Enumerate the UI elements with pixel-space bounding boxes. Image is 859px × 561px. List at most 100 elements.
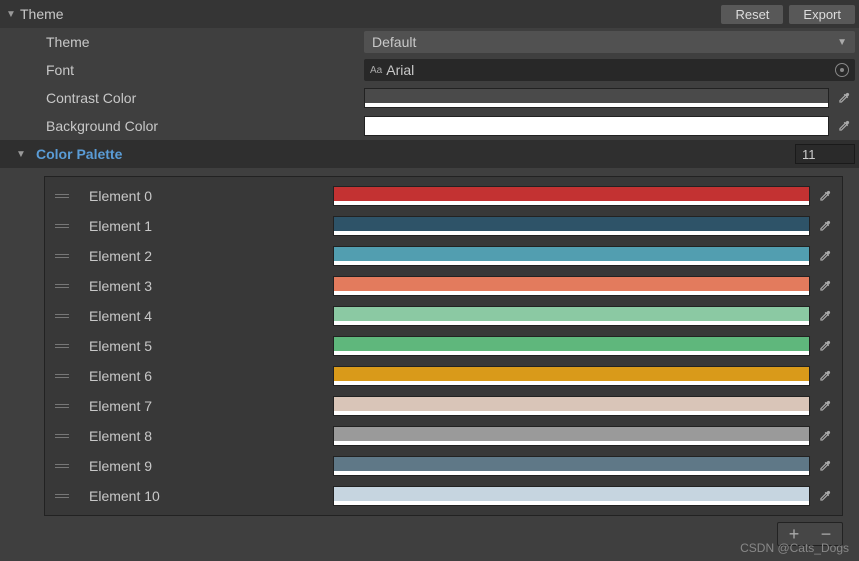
drag-handle-icon[interactable]: [51, 284, 73, 288]
drag-handle-icon[interactable]: [51, 464, 73, 468]
theme-dropdown[interactable]: Default ▼: [364, 31, 855, 53]
element-label: Element 4: [73, 308, 333, 324]
element-swatch: [334, 487, 809, 501]
drag-handle-icon[interactable]: [51, 434, 73, 438]
reset-button[interactable]: Reset: [721, 5, 783, 24]
element-swatch: [334, 397, 809, 411]
font-icon: Aa: [370, 65, 382, 76]
drag-handle-icon[interactable]: [51, 254, 73, 258]
watermark: CSDN @Cats_Dogs: [740, 541, 849, 555]
background-color-row: Background Color: [0, 112, 859, 140]
element-label: Element 0: [73, 188, 333, 204]
element-label: Element 3: [73, 278, 333, 294]
alpha-bar: [334, 231, 809, 235]
theme-label: Theme: [4, 34, 364, 50]
element-label: Element 10: [73, 488, 333, 504]
palette-element-row: Element 5: [45, 331, 842, 361]
element-swatch: [334, 247, 809, 261]
palette-title: Color Palette: [30, 146, 795, 162]
object-picker-icon[interactable]: [835, 63, 849, 77]
drag-handle-icon[interactable]: [51, 374, 73, 378]
contrast-label: Contrast Color: [4, 90, 364, 106]
palette-element-row: Element 8: [45, 421, 842, 451]
element-color-field[interactable]: [333, 486, 810, 506]
contrast-color-field[interactable]: [364, 88, 829, 108]
background-label: Background Color: [4, 118, 364, 134]
alpha-bar: [365, 131, 828, 135]
element-swatch: [334, 277, 809, 291]
element-color-field[interactable]: [333, 186, 810, 206]
font-object-field[interactable]: Aa Arial: [364, 59, 855, 81]
element-color-field[interactable]: [333, 246, 810, 266]
element-swatch: [334, 217, 809, 231]
element-swatch: [334, 427, 809, 441]
foldout-icon[interactable]: ▼: [4, 9, 18, 20]
theme-dropdown-value: Default: [372, 34, 416, 50]
font-label: Font: [4, 62, 364, 78]
drag-handle-icon[interactable]: [51, 224, 73, 228]
element-label: Element 9: [73, 458, 333, 474]
element-color-field[interactable]: [333, 216, 810, 236]
alpha-bar: [334, 411, 809, 415]
palette-element-row: Element 4: [45, 301, 842, 331]
palette-element-row: Element 9: [45, 451, 842, 481]
alpha-bar: [334, 201, 809, 205]
element-color-field[interactable]: [333, 336, 810, 356]
eyedropper-icon[interactable]: [814, 485, 836, 507]
element-label: Element 8: [73, 428, 333, 444]
element-label: Element 1: [73, 218, 333, 234]
drag-handle-icon[interactable]: [51, 344, 73, 348]
eyedropper-icon[interactable]: [814, 275, 836, 297]
element-color-field[interactable]: [333, 456, 810, 476]
eyedropper-icon[interactable]: [833, 115, 855, 137]
element-color-field[interactable]: [333, 306, 810, 326]
alpha-bar: [334, 471, 809, 475]
foldout-icon[interactable]: ▼: [16, 149, 30, 160]
element-label: Element 6: [73, 368, 333, 384]
eyedropper-icon[interactable]: [814, 245, 836, 267]
font-value: Arial: [386, 62, 414, 78]
element-label: Element 2: [73, 248, 333, 264]
element-swatch: [334, 337, 809, 351]
background-color-field[interactable]: [364, 116, 829, 136]
drag-handle-icon[interactable]: [51, 314, 73, 318]
element-swatch: [334, 457, 809, 471]
eyedropper-icon[interactable]: [814, 335, 836, 357]
palette-element-row: Element 1: [45, 211, 842, 241]
alpha-bar: [334, 291, 809, 295]
contrast-swatch: [365, 89, 828, 103]
background-swatch: [365, 117, 828, 131]
eyedropper-icon[interactable]: [814, 365, 836, 387]
element-label: Element 7: [73, 398, 333, 414]
element-color-field[interactable]: [333, 366, 810, 386]
eyedropper-icon[interactable]: [833, 87, 855, 109]
palette-list: Element 0 Element 1 Element 2 Element 3 Elem…: [44, 176, 843, 516]
element-swatch: [334, 367, 809, 381]
eyedropper-icon[interactable]: [814, 185, 836, 207]
palette-element-row: Element 3: [45, 271, 842, 301]
element-color-field[interactable]: [333, 426, 810, 446]
palette-count-field[interactable]: 11: [795, 144, 855, 164]
export-button[interactable]: Export: [789, 5, 855, 24]
dropdown-arrow-icon: ▼: [837, 37, 847, 48]
drag-handle-icon[interactable]: [51, 194, 73, 198]
drag-handle-icon[interactable]: [51, 404, 73, 408]
alpha-bar: [365, 103, 828, 107]
eyedropper-icon[interactable]: [814, 455, 836, 477]
color-palette-header: ▼ Color Palette 11: [0, 140, 859, 168]
eyedropper-icon[interactable]: [814, 395, 836, 417]
eyedropper-icon[interactable]: [814, 305, 836, 327]
element-color-field[interactable]: [333, 396, 810, 416]
palette-element-row: Element 7: [45, 391, 842, 421]
palette-element-row: Element 0: [45, 181, 842, 211]
alpha-bar: [334, 351, 809, 355]
alpha-bar: [334, 441, 809, 445]
theme-header: ▼ Theme Reset Export: [0, 0, 859, 28]
eyedropper-icon[interactable]: [814, 215, 836, 237]
alpha-bar: [334, 501, 809, 505]
element-swatch: [334, 187, 809, 201]
alpha-bar: [334, 261, 809, 265]
drag-handle-icon[interactable]: [51, 494, 73, 498]
eyedropper-icon[interactable]: [814, 425, 836, 447]
element-color-field[interactable]: [333, 276, 810, 296]
